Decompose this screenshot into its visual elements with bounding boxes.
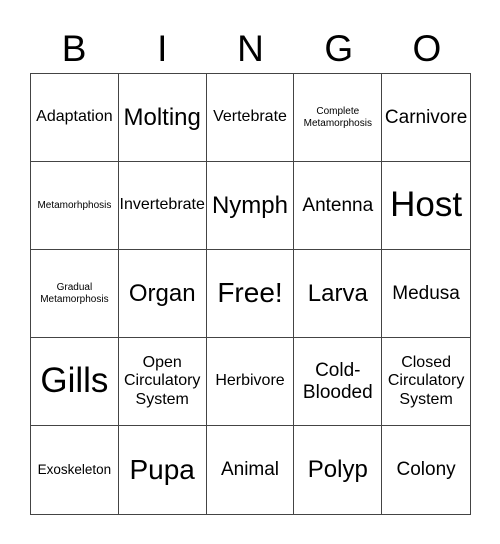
header-letter-g: G [324, 28, 354, 69]
bingo-cell[interactable]: Carnivore [382, 74, 470, 162]
bingo-cell[interactable]: Open Circulatory System [118, 338, 207, 426]
bingo-cell[interactable]: Gradual Metamorphosis [31, 250, 119, 338]
bingo-cell[interactable]: Nymph [206, 162, 295, 250]
bingo-cell[interactable]: Antenna [294, 162, 383, 250]
bingo-cell[interactable]: Exoskeleton [31, 426, 119, 514]
header-letter-i: I [157, 28, 168, 69]
bingo-cell[interactable]: Herbivore [206, 338, 295, 426]
bingo-cell[interactable]: Organ [118, 250, 207, 338]
bingo-cell[interactable]: Polyp [294, 426, 383, 514]
bingo-cell-free[interactable]: Free! [206, 250, 295, 338]
bingo-cell[interactable]: Complete Metamorphosis [294, 74, 383, 162]
bingo-cell[interactable]: Larva [294, 250, 383, 338]
bingo-cell[interactable]: Closed Circulatory System [382, 338, 470, 426]
bingo-cell[interactable]: Cold-Blooded [294, 338, 383, 426]
bingo-cell[interactable]: Metamorhphosis [31, 162, 119, 250]
header-letter-n: N [237, 28, 264, 69]
bingo-cell[interactable]: Host [382, 162, 470, 250]
bingo-cell[interactable]: Adaptation [31, 74, 119, 162]
bingo-grid: Adaptation Molting Vertebrate Complete M… [30, 73, 471, 515]
bingo-cell[interactable]: Vertebrate [206, 74, 295, 162]
bingo-cell[interactable]: Molting [118, 74, 207, 162]
bingo-header: B I N G O [30, 24, 471, 74]
bingo-cell[interactable]: Gills [31, 338, 119, 426]
bingo-cell[interactable]: Animal [207, 426, 295, 514]
header-letter-o: O [412, 28, 442, 69]
bingo-cell[interactable]: Medusa [382, 250, 470, 338]
bingo-cell[interactable]: Pupa [119, 426, 207, 514]
bingo-cell[interactable]: Colony [382, 426, 470, 514]
header-letter-b: B [61, 28, 87, 69]
bingo-cell[interactable]: Invertebrate [118, 162, 207, 250]
